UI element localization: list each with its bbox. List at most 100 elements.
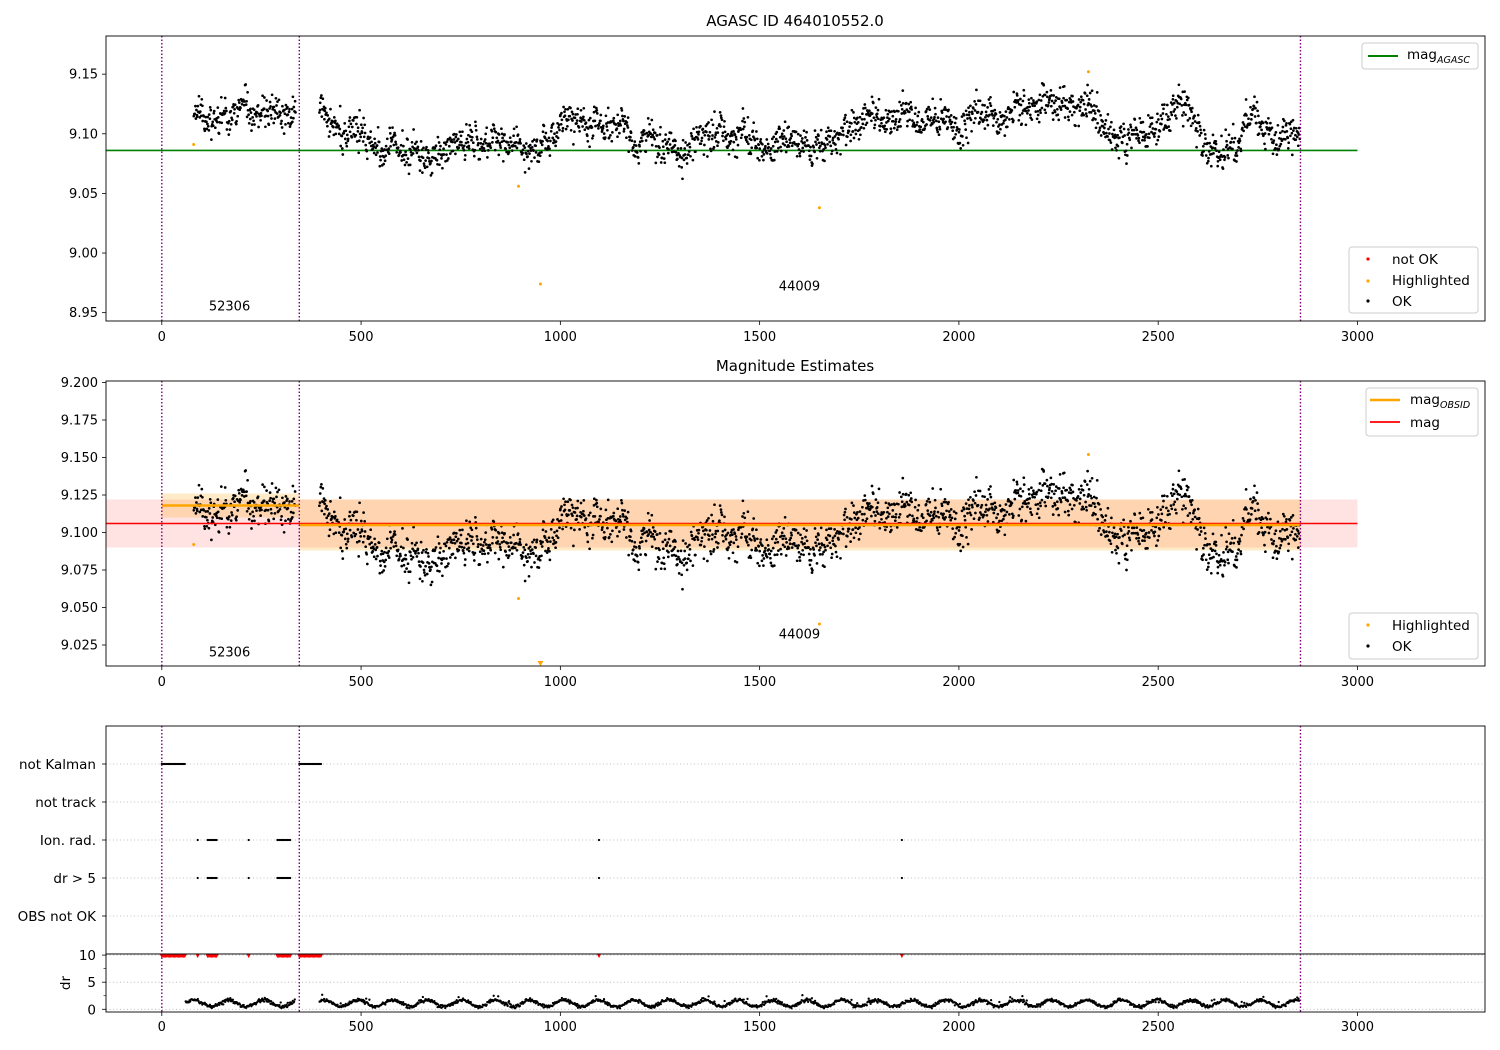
ok-point	[569, 498, 572, 502]
ok-point	[1004, 513, 1007, 517]
ok-point	[649, 530, 653, 534]
ok-point	[483, 138, 487, 141]
ok-point	[930, 518, 934, 522]
ok-point	[210, 138, 213, 141]
ok-point	[571, 506, 575, 510]
ok-point	[1097, 529, 1100, 533]
ok-point	[651, 526, 655, 529]
ok-point	[1171, 94, 1175, 98]
ok-point	[344, 527, 348, 531]
ok-point	[513, 546, 517, 550]
ok-point	[843, 116, 847, 120]
ok-point	[1232, 541, 1236, 545]
ok-point	[1095, 105, 1098, 108]
ok-point	[696, 138, 700, 141]
ok-point	[959, 147, 963, 150]
ok-point	[680, 156, 684, 160]
ok-point	[901, 101, 905, 105]
ok-point	[1156, 539, 1160, 542]
ok-point	[362, 534, 366, 538]
ok-point	[850, 517, 853, 521]
ok-point	[986, 498, 989, 501]
ok-point	[903, 504, 907, 508]
ok-point	[478, 563, 482, 566]
ok-point	[710, 137, 714, 141]
ok-point	[895, 128, 899, 132]
ok-point	[799, 149, 803, 153]
ok-point	[507, 554, 511, 557]
ok-point	[817, 542, 821, 546]
x-tick-label: 500	[349, 675, 374, 690]
ok-point	[651, 128, 655, 132]
ok-point	[762, 557, 766, 560]
ok-point	[1098, 129, 1101, 132]
ok-point	[575, 119, 579, 122]
obsid-label: 52306	[209, 646, 250, 661]
ok-point	[1253, 95, 1256, 99]
ok-point	[663, 138, 667, 141]
ok-point	[348, 510, 352, 514]
ok-point	[518, 137, 522, 141]
ok-point	[272, 497, 276, 501]
ok-point	[1114, 146, 1117, 150]
ok-point	[1261, 121, 1265, 125]
ok-point	[787, 125, 791, 129]
ok-point	[807, 149, 811, 153]
ok-point	[799, 533, 802, 537]
ok-point	[1074, 124, 1077, 128]
ok-point	[1186, 96, 1190, 100]
ok-point	[272, 105, 276, 109]
ok-point	[622, 127, 626, 131]
ok-point	[354, 133, 358, 137]
ok-point	[395, 150, 399, 154]
ok-point	[1077, 124, 1081, 128]
ok-point	[898, 513, 902, 516]
ok-point	[1138, 511, 1142, 515]
ok-point	[1088, 91, 1092, 95]
ok-point	[346, 540, 350, 543]
ok-point	[1038, 482, 1042, 485]
ok-point	[326, 124, 329, 128]
ok-point	[862, 126, 866, 130]
ok-point	[854, 132, 858, 136]
y-tick-label: 9.025	[61, 639, 98, 654]
ok-point	[273, 512, 277, 515]
ok-point	[735, 156, 739, 159]
ok-point	[1125, 544, 1129, 548]
ok-point	[1109, 141, 1113, 144]
ok-point	[718, 111, 722, 114]
ok-point	[1024, 502, 1028, 506]
ok-point	[1108, 539, 1112, 543]
ok-point	[837, 538, 840, 541]
ok-point	[1136, 134, 1140, 137]
ok-point	[1227, 561, 1230, 565]
ok-point	[736, 545, 740, 549]
ok-point	[1230, 137, 1234, 140]
ok-point	[630, 139, 634, 143]
ok-point	[1132, 128, 1136, 132]
ok-point	[842, 133, 845, 137]
ok-point	[1166, 115, 1170, 118]
ok-point	[1022, 476, 1026, 480]
ok-point	[482, 146, 486, 150]
ok-point	[637, 568, 641, 572]
ok-point	[224, 106, 228, 110]
ok-point	[716, 529, 720, 533]
ok-point	[1199, 128, 1202, 132]
ok-point	[1166, 509, 1170, 513]
ok-point	[1087, 487, 1091, 491]
ok-point	[448, 536, 452, 539]
ok-point	[521, 151, 524, 155]
legend-highlighted-label: Highlighted	[1392, 273, 1470, 289]
ok-point	[392, 545, 396, 548]
ok-point	[1165, 112, 1168, 116]
ok-point	[1172, 503, 1176, 506]
ok-point	[1239, 552, 1243, 556]
ok-point	[532, 538, 536, 542]
ok-point	[819, 526, 823, 530]
ok-point	[1242, 129, 1245, 133]
ok-point	[1263, 530, 1267, 534]
legend-est-highlighted-marker	[1366, 623, 1370, 627]
ok-point	[779, 149, 783, 153]
ok-point	[864, 519, 868, 523]
